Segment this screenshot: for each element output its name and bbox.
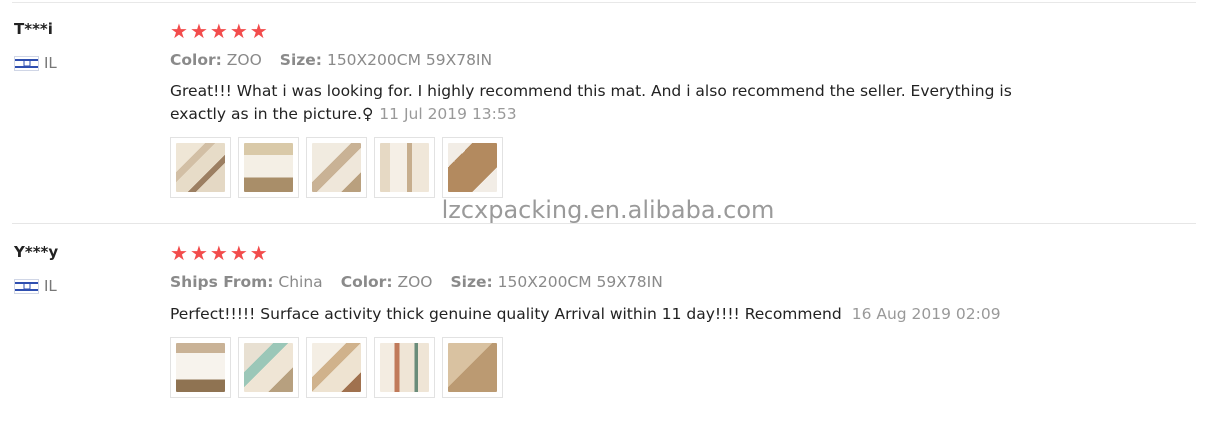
review-text: Great!!! What i was looking for. I highl… [170, 80, 1070, 126]
star-icon: ★ [229, 19, 248, 43]
review-photo[interactable] [306, 137, 367, 198]
review-photo[interactable] [442, 137, 503, 198]
review-photo[interactable] [374, 137, 435, 198]
attr-ships-from: Ships From: China [170, 273, 323, 291]
rating-stars: ★ ★ ★ ★ ★ [170, 21, 268, 41]
star-icon: ★ [249, 19, 268, 43]
review-photo[interactable] [442, 337, 503, 398]
review-photo[interactable] [306, 337, 367, 398]
reviewer-country: IL [14, 277, 57, 295]
country-code: IL [44, 277, 57, 295]
review-photos [170, 337, 503, 398]
reviewer-name: Y***y [14, 243, 59, 261]
order-attributes: Ships From: China Color: ZOO Size: 150X2… [170, 273, 663, 291]
reviewer-name: T***i [14, 20, 53, 38]
attr-size: Size: 150X200CM 59X78IN [279, 51, 493, 69]
attr-color: Color: ZOO [170, 51, 262, 69]
reviewer-country: IL [14, 54, 57, 72]
israel-flag-icon [14, 55, 39, 71]
review-body: Perfect!!!!! Surface activity thick genu… [170, 305, 842, 323]
israel-flag-icon [14, 278, 39, 294]
star-icon: ★ [249, 241, 268, 265]
star-icon: ★ [170, 19, 188, 43]
star-icon: ★ [189, 241, 208, 265]
attr-size: Size: 150X200CM 59X78IN [450, 273, 663, 291]
review-photo[interactable] [238, 337, 299, 398]
review-body: Great!!! What i was looking for. I highl… [170, 82, 1012, 123]
review-item: Y***y IL ★ ★ ★ ★ ★ Ships From: China Col… [0, 223, 1216, 423]
star-icon: ★ [229, 241, 248, 265]
watermark: lzcxpacking.en.alibaba.com [441, 196, 775, 224]
star-icon: ★ [170, 241, 188, 265]
review-date: 11 Jul 2019 13:53 [379, 105, 517, 123]
rating-stars: ★ ★ ★ ★ ★ [170, 243, 268, 263]
review-photos [170, 137, 503, 198]
emoji-glyph: ♀ [361, 105, 374, 123]
review-text: Perfect!!!!! Surface activity thick genu… [170, 303, 1070, 326]
review-photo[interactable] [238, 137, 299, 198]
review-photo[interactable] [374, 337, 435, 398]
review-item: T***i IL ★ ★ ★ ★ ★ Color: ZOO Size: 150X… [0, 0, 1216, 222]
country-code: IL [44, 54, 57, 72]
star-icon: ★ [209, 19, 228, 43]
star-icon: ★ [189, 19, 208, 43]
review-photo[interactable] [170, 137, 231, 198]
review-date: 16 Aug 2019 02:09 [851, 305, 1001, 323]
review-photo[interactable] [170, 337, 231, 398]
order-attributes: Color: ZOO Size: 150X200CM 59X78IN [170, 51, 492, 69]
star-icon: ★ [209, 241, 228, 265]
attr-color: Color: ZOO [340, 273, 433, 291]
